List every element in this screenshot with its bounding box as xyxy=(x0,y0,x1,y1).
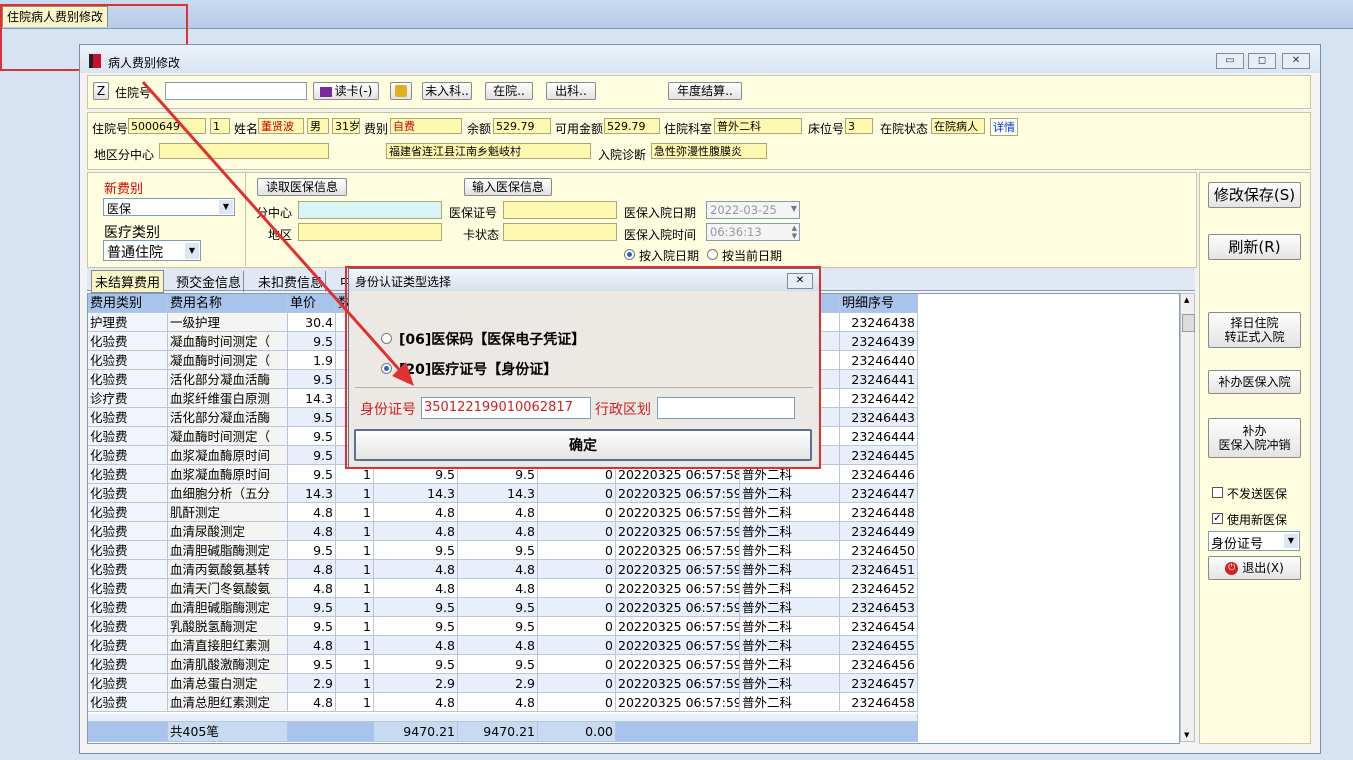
annotation-arrow xyxy=(141,81,414,386)
arrow-line xyxy=(141,81,406,376)
